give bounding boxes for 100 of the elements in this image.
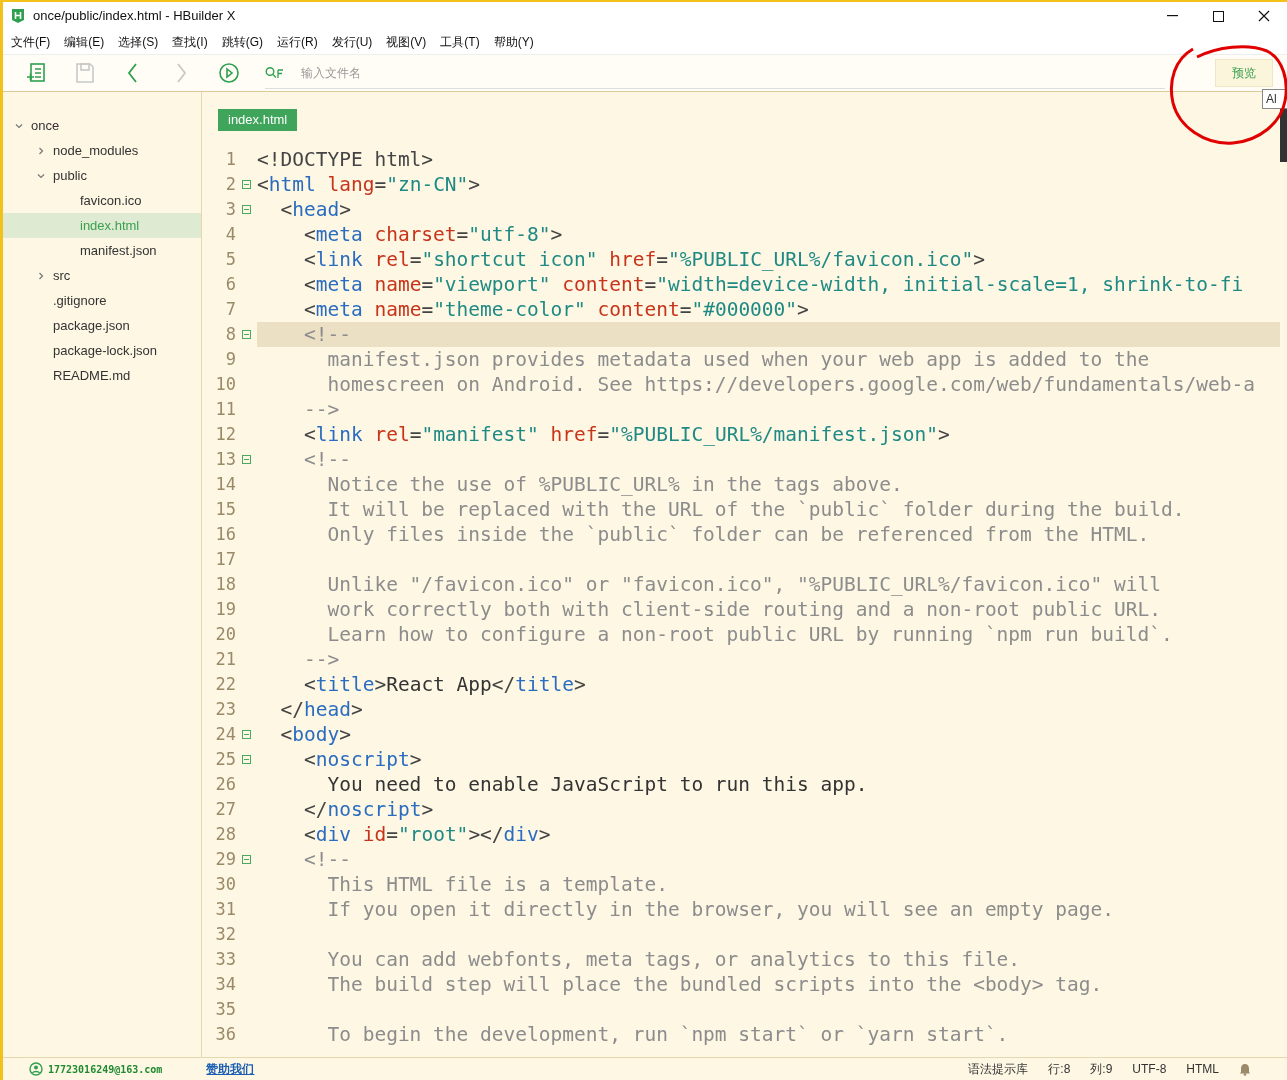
menu-item[interactable]: 编辑(E) [60,33,109,51]
line-number: 4 [224,222,236,246]
code-text: <link rel="manifest" href="%PUBLIC_URL%/manifest.json"> [302,421,950,448]
line-number: 36 [214,1022,236,1046]
menu-item[interactable]: 工具(T) [436,33,484,51]
code-text: You can add webfonts, meta tags, or analytics to this file. [326,946,1021,973]
menu-item[interactable]: 运行(R) [273,33,322,51]
line-number: 1 [224,147,236,171]
menu-item[interactable]: 发行(U) [327,33,377,51]
tree-item[interactable]: once [3,113,201,138]
line-number: 5 [224,247,236,271]
line-number: 7 [224,297,236,321]
line-number: 24 [214,722,236,746]
tree-label: node_modules [53,141,139,160]
tree-label: .gitignore [53,291,107,310]
bell-icon[interactable] [1239,1062,1251,1076]
user-icon [29,1062,43,1076]
tree-item[interactable]: .gitignore [3,288,201,313]
line-number: 12 [214,422,236,446]
code-text: --> [302,646,340,673]
line-number: 16 [214,522,236,546]
tree-item[interactable]: favicon.ico [3,188,201,213]
tree-item[interactable]: public [3,163,201,188]
tree-label: package-lock.json [53,341,158,360]
code-text: work correctly both with client-side routing and a non-root public URL. [326,596,1161,623]
code-text: <head> [279,196,351,223]
fold-icon[interactable] [242,755,251,764]
line-number: 30 [214,872,236,896]
code-text: Only files inside the `public` folder can be referenced from the HTML. [326,521,1150,548]
line-number: 23 [214,697,236,721]
fold-icon[interactable] [242,205,251,214]
line-number: 18 [214,572,236,596]
code-text: <meta name="viewport" content="width=device-width, initial-scale=1, shrink-to-fi [302,271,1244,298]
fold-icon[interactable] [242,855,251,864]
tree-label: once [31,116,60,135]
tree-label: src [53,266,71,285]
search-field[interactable]: 输入文件名 [301,60,1141,85]
line-number: 34 [214,972,236,996]
line-number: 21 [214,647,236,671]
line-number: 33 [214,947,236,971]
status-item[interactable]: UTF-8 [1132,1060,1167,1078]
fold-icon[interactable] [242,455,251,464]
status-item[interactable]: 行:8 [1048,1060,1071,1078]
status-item[interactable]: 列:9 [1090,1060,1113,1078]
status-item[interactable]: HTML [1186,1060,1219,1078]
line-number: 27 [214,797,236,821]
code-text: Notice the use of %PUBLIC_URL% in the tags above. [326,471,903,498]
code-text: To begin the development, run `npm start` or `yarn start`. [326,1021,1009,1048]
tree-label: public [53,166,87,185]
code-text: <meta name="theme-color" content="#000000"> [302,296,809,323]
line-number: 28 [214,822,236,846]
search-icon [265,65,285,80]
code-text: <div id="root"></div> [302,821,551,848]
line-number: 35 [214,997,236,1021]
account-email: 17723016249@163.com [48,1062,163,1077]
tree-item[interactable]: node_modules [3,138,201,163]
fold-icon[interactable] [242,180,251,189]
search-bar[interactable]: 输入文件名 [265,57,1165,89]
code-text: Learn how to configure a non-root public URL by running `npm run build`. [326,621,1173,648]
close-icon [1258,10,1270,22]
code-text: The build step will place the bundled scripts into the <body> tag. [326,971,1103,998]
menu-item[interactable]: 选择(S) [114,33,163,51]
scrollbar-thumb[interactable] [1280,108,1287,162]
sponsor-link[interactable]: 赞助我们 [206,1060,255,1078]
line-number: 9 [224,347,236,371]
line-number: 17 [214,547,236,571]
line-number: 3 [224,197,236,221]
code-text: --> [302,396,340,423]
menu-item[interactable]: 帮助(Y) [489,33,538,51]
menu-item[interactable]: 跳转(G) [217,33,267,51]
tree-item[interactable]: package.json [3,313,201,338]
code-text: <link rel="shortcut icon" href="%PUBLIC_URL%/favicon.ico"> [302,246,985,273]
maximize-icon [1212,10,1224,22]
tree-label: favicon.ico [79,191,142,210]
line-number: 14 [214,472,236,496]
tree-label: manifest.json [79,241,157,260]
tree-item[interactable]: README.md [3,363,201,388]
tree-item[interactable]: src [3,263,201,288]
line-number: 25 [214,747,236,771]
tree-label: index.html [79,216,140,235]
code-text: This HTML file is a template. [326,871,668,898]
status-item[interactable]: 语法提示库 [968,1060,1029,1078]
line-number: 22 [214,672,236,696]
code-text: <!-- [302,846,351,873]
menu-item[interactable]: 文件(F) [7,33,55,51]
code-text: <html lang="zn-CN"> [257,171,481,198]
menu-item[interactable]: 视图(V) [382,33,431,51]
code-text: </noscript> [302,796,434,823]
code-text: <meta charset="utf-8"> [302,221,563,248]
fold-icon[interactable] [242,730,251,739]
code-text: <noscript> [302,746,422,773]
line-number: 6 [224,272,236,296]
line-number: 32 [214,922,236,946]
code-text: <body> [279,721,351,748]
tree-item[interactable]: package-lock.json [3,338,201,363]
line-number: 29 [214,847,236,871]
menu-item[interactable]: 查找(I) [168,33,212,51]
line-number: 10 [214,372,236,396]
tree-item[interactable]: manifest.json [3,238,201,263]
fold-icon[interactable] [242,330,251,339]
